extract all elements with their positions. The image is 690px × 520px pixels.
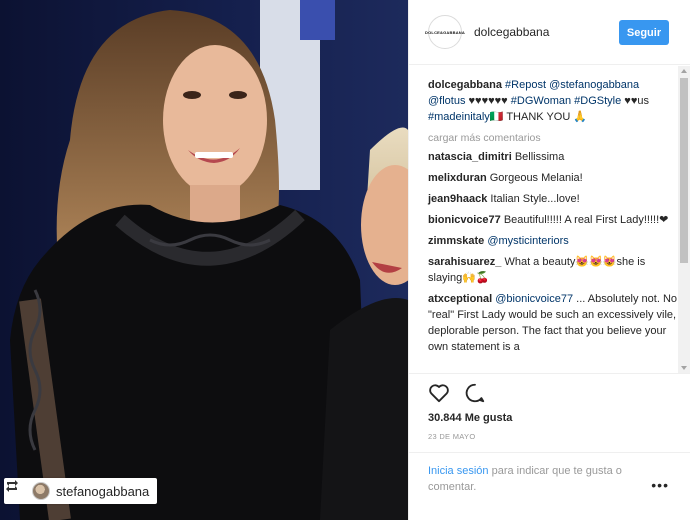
login-prompt: Inicia sesión para indicar que te gusta … bbox=[409, 452, 690, 505]
comment-username[interactable]: jean9haack bbox=[428, 193, 487, 205]
scroll-thumb[interactable] bbox=[680, 78, 688, 263]
login-link[interactable]: Inicia sesión bbox=[428, 465, 489, 477]
load-more-comments-link[interactable]: cargar más comentarios bbox=[428, 131, 679, 145]
post-header: DOLCE&GABBANA dolcegabbana Seguir bbox=[409, 0, 690, 65]
mention-tag-link[interactable]: @mysticinteriors bbox=[487, 235, 568, 247]
text-fragment: ♥♥♥♥♥♥ bbox=[465, 95, 511, 107]
comment-row: jean9haack Italian Style...love! bbox=[428, 191, 679, 207]
text-fragment: 🇮🇹 THANK YOU 🙏 bbox=[489, 111, 588, 123]
comment-text: Italian Style...love! bbox=[490, 193, 579, 205]
comment-text: Bellissima bbox=[515, 151, 565, 163]
text-fragment: Bellissima bbox=[514, 151, 565, 163]
comment-bubble-icon[interactable] bbox=[464, 382, 486, 407]
more-options-icon[interactable]: ••• bbox=[651, 477, 669, 493]
mention-tag-link[interactable]: #DGWoman bbox=[511, 95, 571, 107]
mention-tag-link[interactable]: #DGStyle bbox=[574, 95, 621, 107]
comment-username[interactable]: bionicvoice77 bbox=[428, 214, 501, 226]
comments-list[interactable]: dolcegabbana #Repost @stefanogabbana @fl… bbox=[409, 66, 679, 373]
comment-username[interactable]: sarahisuarez_ bbox=[428, 256, 501, 268]
comment-rows: natascia_dimitri Bellissima melixduran Go… bbox=[428, 149, 679, 355]
repost-user-avatar bbox=[32, 482, 50, 500]
repost-username: stefanogabbana bbox=[56, 483, 150, 499]
scroll-up-arrow-icon[interactable] bbox=[681, 69, 687, 73]
post-date: 23 DE MAYO bbox=[428, 432, 476, 441]
text-fragment: Beautiful!!!!! A real First Lady!!!!!❤ bbox=[503, 214, 669, 226]
scroll-down-arrow-icon[interactable] bbox=[681, 366, 687, 370]
comment-text: Gorgeous Melania! bbox=[490, 172, 583, 184]
profile-avatar[interactable]: DOLCE&GABBANA bbox=[425, 15, 465, 49]
comment-username[interactable]: melixduran bbox=[428, 172, 487, 184]
profile-username[interactable]: dolcegabbana bbox=[474, 25, 549, 39]
comment-row: melixduran Gorgeous Melania! bbox=[428, 170, 679, 186]
avatar-logo-text: DOLCE&GABBANA bbox=[425, 29, 465, 35]
comment-text: Beautiful!!!!! A real First Lady!!!!!❤ bbox=[504, 214, 669, 226]
comment-row: bionicvoice77 Beautiful!!!!! A real Firs… bbox=[428, 212, 679, 228]
repost-icon bbox=[6, 480, 26, 499]
comment-row: sarahisuarez_ What a beauty😻😻😻she is sla… bbox=[428, 254, 679, 286]
mention-tag-link[interactable]: #madeinitaly bbox=[428, 111, 490, 123]
comment-username[interactable]: natascia_dimitri bbox=[428, 151, 512, 163]
mention-tag-link[interactable]: @flotus bbox=[428, 95, 465, 107]
likes-count[interactable]: 30.844 Me gusta bbox=[428, 412, 672, 424]
repost-tag[interactable]: stefanogabbana bbox=[4, 478, 158, 504]
comment-text: @mysticinteriors bbox=[487, 235, 568, 247]
text-fragment: ♥♥us bbox=[621, 95, 649, 107]
comment-username[interactable]: zimmskate bbox=[428, 235, 484, 247]
post-side-panel: DOLCE&GABBANA dolcegabbana Seguir dolceg… bbox=[408, 0, 690, 520]
comment-row: zimmskate @mysticinteriors bbox=[428, 233, 679, 249]
comment-username[interactable]: atxceptional bbox=[428, 293, 492, 305]
post-actions: 30.844 Me gusta 23 DE MAYO bbox=[409, 373, 690, 441]
photo-illustration bbox=[0, 0, 408, 520]
mention-tag-link[interactable]: @bionicvoice77 bbox=[495, 293, 573, 305]
text-fragment: Gorgeous Melania! bbox=[489, 172, 583, 184]
mention-tag-link[interactable]: @stefanogabbana bbox=[549, 79, 639, 91]
heart-outline-icon[interactable] bbox=[428, 383, 450, 406]
comment-row: atxceptional @bionicvoice77 ... Absolute… bbox=[428, 291, 679, 355]
post-caption: dolcegabbana #Repost @stefanogabbana @fl… bbox=[428, 77, 679, 125]
text-fragment: Italian Style...love! bbox=[490, 193, 580, 205]
comments-scrollbar[interactable] bbox=[678, 66, 690, 373]
mention-tag-link[interactable]: #Repost bbox=[505, 79, 546, 91]
follow-button[interactable]: Seguir bbox=[619, 20, 669, 45]
action-icons-row bbox=[428, 382, 672, 406]
caption-username[interactable]: dolcegabbana bbox=[428, 79, 502, 91]
post-photo[interactable]: stefanogabbana bbox=[0, 0, 408, 520]
comment-row: natascia_dimitri Bellissima bbox=[428, 149, 679, 165]
